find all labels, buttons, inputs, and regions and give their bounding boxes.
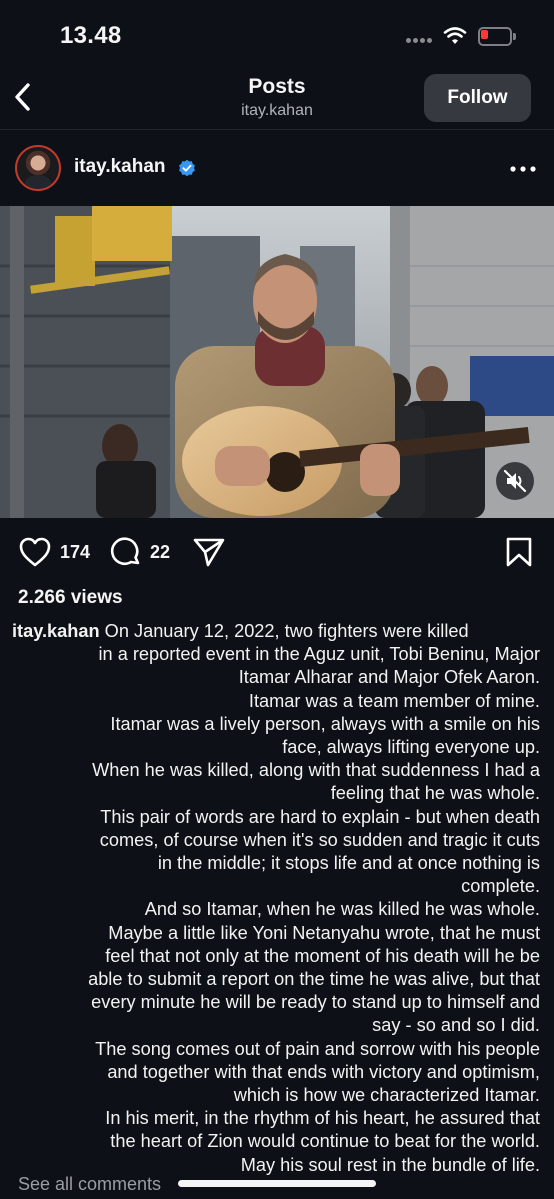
comment-count: 22 bbox=[150, 541, 171, 562]
caption-line: which is how we characterized Itamar. bbox=[233, 1085, 540, 1106]
caption-line: Maybe a little like Yoni Netanyahu wrote… bbox=[108, 922, 540, 943]
video-frame bbox=[0, 206, 554, 518]
more-icon[interactable] bbox=[508, 159, 538, 179]
caption-line: itay.kahan On January 12, 2022, two figh… bbox=[12, 621, 469, 641]
verified-icon bbox=[179, 159, 195, 177]
caption-line: say - so and so I did. bbox=[372, 1015, 540, 1036]
share-icon bbox=[193, 538, 225, 567]
save-button[interactable] bbox=[505, 536, 533, 568]
post-actions: 174 22 bbox=[0, 530, 554, 576]
avatar[interactable] bbox=[15, 145, 61, 191]
caption-line: face, always lifting everyone up. bbox=[282, 737, 540, 758]
post-author-row: itay.kahan bbox=[0, 140, 554, 196]
caption-line: And so Itamar, when he was killed he was… bbox=[144, 899, 540, 920]
view-count: 2.266 views bbox=[18, 587, 123, 608]
comment-icon bbox=[110, 537, 140, 565]
caption-line: able to submit a report on the time he w… bbox=[88, 969, 540, 990]
caption-line: Itamar was a lively person, always with … bbox=[110, 713, 540, 734]
like-count: 174 bbox=[60, 541, 91, 562]
share-button[interactable] bbox=[192, 536, 226, 568]
caption-line: The song comes out of pain and sorrow wi… bbox=[95, 1038, 540, 1059]
caption-line: Itamar was a team member of mine. bbox=[248, 690, 540, 711]
caption-line: every minute he will be ready to stand u… bbox=[91, 992, 540, 1013]
caption-line: in the middle; it stops life and at once… bbox=[157, 853, 540, 874]
caption-line: feel that not only at the moment of his … bbox=[105, 945, 540, 966]
follow-button[interactable]: Follow bbox=[424, 74, 531, 122]
caption-line: complete. bbox=[461, 876, 540, 897]
caption-line: the heart of Zion would continue to beat… bbox=[110, 1131, 540, 1152]
battery-icon bbox=[478, 27, 516, 46]
screen: 13.48 Posts itay.kahan Follow itay.kahan bbox=[0, 0, 554, 1199]
caption-line: comes, of course when it's so sudden and… bbox=[99, 829, 540, 850]
cellular-signal-icon bbox=[406, 38, 434, 46]
nav-header: Posts itay.kahan Follow bbox=[0, 72, 554, 130]
mute-icon[interactable] bbox=[496, 462, 534, 500]
see-all-comments-link[interactable]: See all comments bbox=[18, 1174, 161, 1195]
post-caption: itay.kahan On January 12, 2022, two figh… bbox=[12, 620, 540, 1177]
caption-line: Itamar Alharar and Major Ofek Aaron. bbox=[238, 667, 540, 688]
bookmark-icon bbox=[506, 537, 532, 567]
caption-author[interactable]: itay.kahan bbox=[12, 621, 100, 641]
caption-line: In his merit, in the rhythm of his heart… bbox=[105, 1108, 540, 1129]
status-time: 13.48 bbox=[60, 22, 122, 49]
heart-icon bbox=[19, 537, 51, 567]
caption-line: When he was killed, along with that sudd… bbox=[92, 760, 540, 781]
caption-line: This pair of words are hard to explain -… bbox=[100, 806, 540, 827]
status-bar: 13.48 bbox=[0, 0, 554, 72]
home-indicator[interactable] bbox=[178, 1180, 376, 1187]
comment-button[interactable]: 22 bbox=[110, 536, 170, 568]
caption-line: and together with that ends with victory… bbox=[107, 1061, 540, 1082]
caption-line: feeling that he was whole. bbox=[330, 783, 540, 804]
caption-line: in a reported event in the Aguz unit, To… bbox=[98, 644, 541, 665]
author-username[interactable]: itay.kahan bbox=[74, 156, 166, 178]
wifi-icon bbox=[443, 27, 467, 44]
post-video[interactable] bbox=[0, 206, 554, 518]
like-button[interactable]: 174 bbox=[18, 536, 90, 568]
